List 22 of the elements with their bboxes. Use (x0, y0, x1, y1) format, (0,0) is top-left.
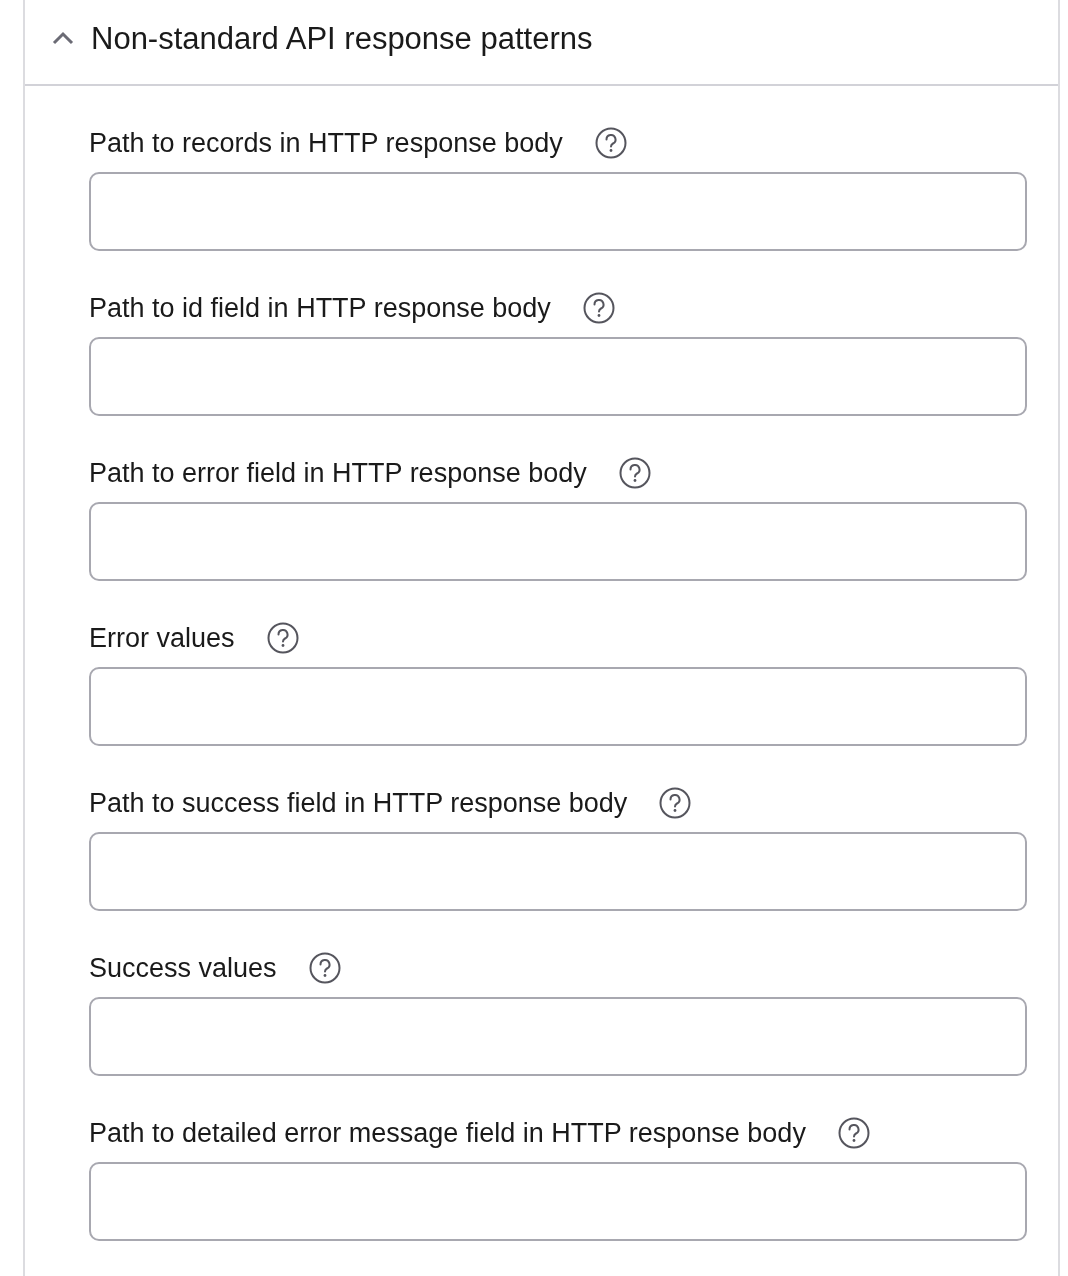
input-field[interactable] (89, 997, 1027, 1076)
field-label: Path to records in HTTP response body (89, 129, 563, 157)
field-label: Path to id field in HTTP response body (89, 294, 551, 322)
field-label: Path to success field in HTTP response body (89, 789, 628, 817)
input-field[interactable] (89, 667, 1027, 746)
help-icon[interactable] (659, 787, 692, 819)
help-icon[interactable] (582, 292, 615, 324)
help-icon[interactable] (618, 457, 651, 489)
input-field[interactable] (89, 337, 1027, 416)
input-field[interactable] (89, 832, 1027, 911)
input-field[interactable] (89, 502, 1027, 581)
input-field[interactable] (89, 1162, 1027, 1241)
field-label: Success values (89, 954, 277, 982)
section-title: Non-standard API response patterns (91, 22, 593, 54)
input-field[interactable] (89, 172, 1027, 251)
field-label: Path to error field in HTTP response body (89, 459, 587, 487)
help-icon[interactable] (266, 622, 299, 654)
field-label: Error values (89, 624, 235, 652)
help-icon[interactable] (308, 952, 341, 984)
help-icon[interactable] (594, 127, 627, 159)
help-icon[interactable] (837, 1117, 870, 1149)
field-label: Path to detailed error message field in HTTP response body (89, 1119, 806, 1147)
